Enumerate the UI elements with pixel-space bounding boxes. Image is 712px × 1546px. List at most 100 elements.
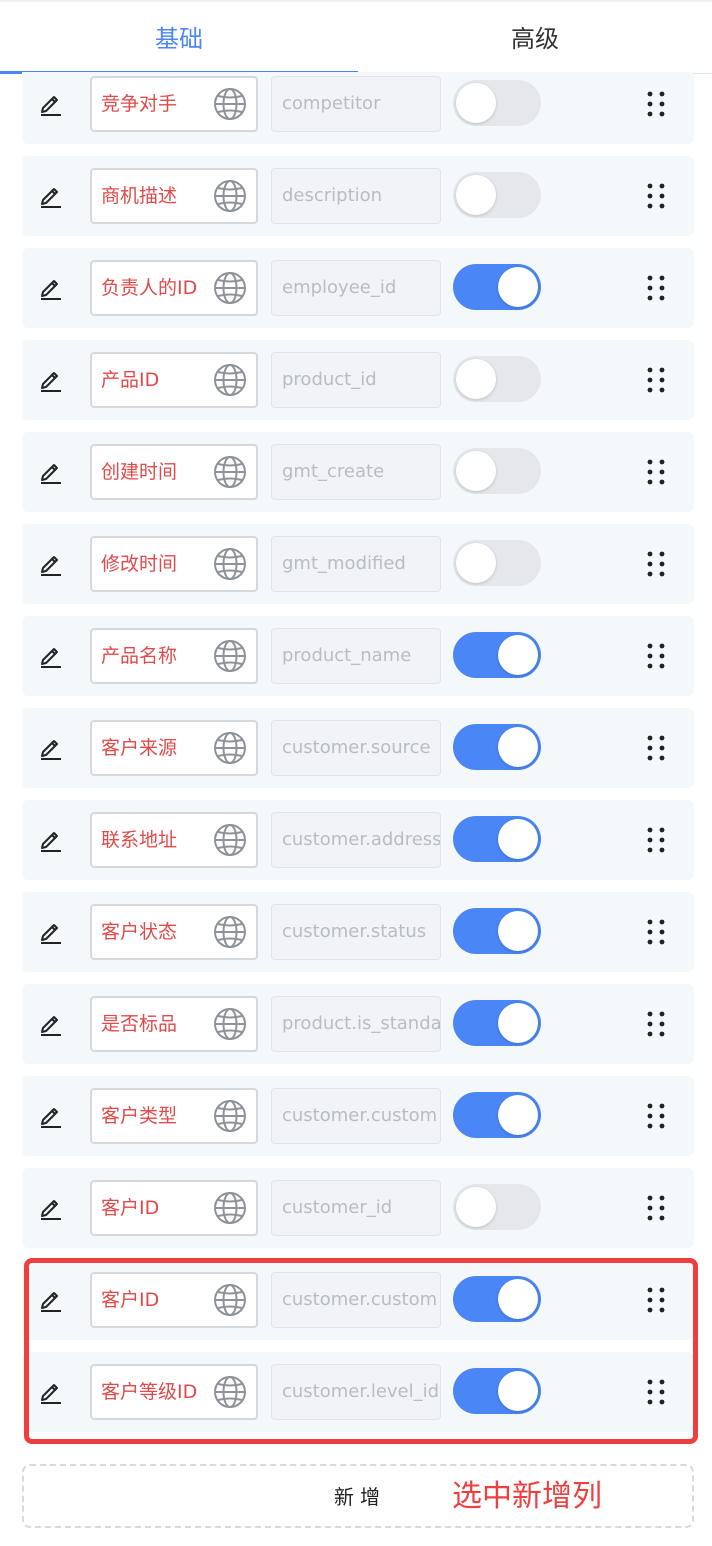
field-key-value: product.is_standa [282,1013,441,1034]
field-key-input: customer_id [271,1180,441,1236]
drag-handle-icon[interactable] [646,182,666,210]
globe-icon[interactable] [212,454,248,490]
pencil-icon[interactable] [38,458,64,484]
globe-icon[interactable] [212,1098,248,1134]
field-key-value: customer.address [282,829,441,850]
field-visible-toggle[interactable] [453,1092,541,1138]
pencil-icon[interactable] [38,274,64,300]
pencil-icon[interactable] [38,1194,64,1220]
drag-handle-icon[interactable] [646,642,666,670]
field-visible-toggle[interactable] [453,356,541,402]
field-key-input: customer.source [271,720,441,776]
pencil-icon[interactable] [38,826,64,852]
annotation-label: 选中新增列 [452,1479,602,1514]
field-visible-toggle[interactable] [453,1184,541,1230]
field-visible-toggle[interactable] [453,724,541,770]
drag-handle-icon[interactable] [646,1010,666,1038]
field-name-input[interactable]: 商机描述 [90,168,258,224]
tab-basic[interactable]: 基础 [0,2,358,74]
field-name-input[interactable]: 客户状态 [90,904,258,960]
field-key-input: description [271,168,441,224]
field-visible-toggle[interactable] [453,1000,541,1046]
pencil-icon[interactable] [38,918,64,944]
pencil-icon[interactable] [38,734,64,760]
pencil-icon[interactable] [38,642,64,668]
drag-handle-icon[interactable] [646,826,666,854]
field-key-input: customer.custom [271,1088,441,1144]
field-key-value: employee_id [282,277,397,298]
field-name-input[interactable]: 产品ID [90,352,258,408]
toggle-knob [498,1003,538,1043]
toggle-knob [456,83,496,123]
drag-handle-icon[interactable] [646,458,666,486]
field-key-value: product_name [282,645,412,666]
field-list: 竞争对手 competitor 商机描述 description 负责人的ID emplo… [22,72,694,1462]
field-name-input[interactable]: 客户ID [90,1180,258,1236]
field-name-input[interactable]: 联系地址 [90,812,258,868]
globe-icon[interactable] [212,822,248,858]
field-key-value: customer.status [282,921,427,942]
field-name-input[interactable]: 客户类型 [90,1088,258,1144]
field-row: 客户类型 customer.custom [22,1076,694,1156]
drag-handle-icon[interactable] [646,274,666,302]
globe-icon[interactable] [212,914,248,950]
field-name-label: 客户状态 [101,921,178,943]
globe-icon[interactable] [212,1190,248,1226]
field-key-input: product.is_standa [271,996,441,1052]
field-key-value: customer_id [282,1197,393,1218]
field-key-input: employee_id [271,260,441,316]
field-visible-toggle[interactable] [453,908,541,954]
globe-icon[interactable] [212,86,248,122]
field-visible-toggle[interactable] [453,172,541,218]
pencil-icon[interactable] [38,550,64,576]
tab-advanced[interactable]: 高级 [358,2,712,74]
drag-handle-icon[interactable] [646,1102,666,1130]
field-name-input[interactable]: 创建时间 [90,444,258,500]
field-visible-toggle[interactable] [453,448,541,494]
field-name-label: 产品ID [101,369,160,391]
field-key-input: customer.address [271,812,441,868]
field-visible-toggle[interactable] [453,80,541,126]
field-name-input[interactable]: 产品名称 [90,628,258,684]
globe-icon[interactable] [212,362,248,398]
drag-handle-icon[interactable] [646,550,666,578]
drag-handle-icon[interactable] [646,918,666,946]
toggle-knob [498,727,538,767]
drag-handle-icon[interactable] [646,1194,666,1222]
field-visible-toggle[interactable] [453,632,541,678]
tab-bar: 基础 高级 [0,0,712,74]
pencil-icon[interactable] [38,1010,64,1036]
field-key-input: customer.status [271,904,441,960]
field-key-input: gmt_modified [271,536,441,592]
field-name-label: 客户ID [101,1197,160,1219]
field-name-label: 产品名称 [101,645,178,667]
field-row: 商机描述 description [22,156,694,236]
field-row: 负责人的ID employee_id [22,248,694,328]
globe-icon[interactable] [212,546,248,582]
drag-handle-icon[interactable] [646,366,666,394]
pencil-icon[interactable] [38,366,64,392]
globe-icon[interactable] [212,730,248,766]
field-name-input[interactable]: 负责人的ID [90,260,258,316]
field-visible-toggle[interactable] [453,264,541,310]
field-name-label: 联系地址 [101,829,178,851]
field-name-input[interactable]: 是否标品 [90,996,258,1052]
field-name-label: 客户类型 [101,1105,178,1127]
drag-handle-icon[interactable] [646,90,666,118]
globe-icon[interactable] [212,1006,248,1042]
field-name-input[interactable]: 竞争对手 [90,76,258,132]
pencil-icon[interactable] [38,1102,64,1128]
field-name-input[interactable]: 修改时间 [90,536,258,592]
pencil-icon[interactable] [38,90,64,116]
field-name-label: 商机描述 [101,185,178,207]
globe-icon[interactable] [212,270,248,306]
globe-icon[interactable] [212,178,248,214]
pencil-icon[interactable] [38,182,64,208]
field-visible-toggle[interactable] [453,816,541,862]
drag-handle-icon[interactable] [646,734,666,762]
field-visible-toggle[interactable] [453,540,541,586]
globe-icon[interactable] [212,638,248,674]
field-name-input[interactable]: 客户来源 [90,720,258,776]
toggle-knob [498,267,538,307]
field-key-value: customer.custom [282,1105,438,1126]
